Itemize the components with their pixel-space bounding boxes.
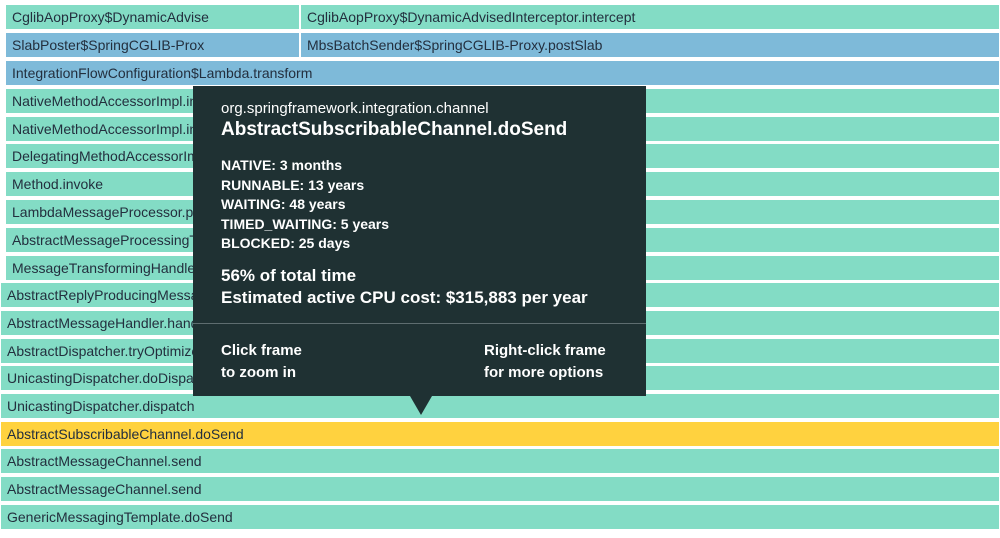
tooltip-pointer [410,396,432,415]
tooltip-method: AbstractSubscribableChannel.doSend [221,119,568,140]
state-native: NATIVE: 3 months [221,157,343,173]
tooltip-thread-states: NATIVE: 3 months RUNNABLE: 13 years WAIT… [221,156,389,254]
flame-frame-hovered[interactable]: AbstractSubscribableChannel.doSend [0,421,1000,447]
flame-frame[interactable]: GenericMessagingTemplate.doSend [0,504,1000,530]
flame-frame[interactable]: AbstractMessageChannel.send [0,448,1000,474]
flame-frame[interactable]: MbsBatchSender$SpringCGLIB-Proxy.postSla… [300,32,1000,58]
flame-frame[interactable]: SlabPoster$SpringCGLIB-Prox [5,32,300,58]
state-waiting: WAITING: 48 years [221,196,346,212]
hint-options-line2: for more options [484,364,604,381]
flame-frame[interactable]: AbstractMessageChannel.send [0,476,1000,502]
flame-frame[interactable]: UnicastingDispatcher.dispatch [0,393,1000,419]
flame-frame[interactable]: IntegrationFlowConfiguration$Lambda.tran… [5,60,1000,86]
hint-zoom-line2: to zoom in [221,364,296,381]
frame-tooltip: org.springframework.integration.channel … [193,86,646,396]
flame-frame[interactable]: CglibAopProxy$DynamicAdvisedInterceptor.… [300,4,1000,30]
tooltip-percent-total: 56% of total time [221,266,357,285]
state-timed-waiting: TIMED_WAITING: 5 years [221,215,390,232]
tooltip-package: org.springframework.integration.channel [221,100,489,117]
tooltip-hint-options: Right-click frame for more options [484,340,606,384]
tooltip-hint-zoom: Click frame to zoom in [221,340,302,384]
hint-zoom-line1: Click frame [221,342,302,359]
state-runnable: RUNNABLE: 13 years [221,176,365,193]
state-blocked: BLOCKED: 25 days [221,235,351,251]
flame-frame[interactable]: CglibAopProxy$DynamicAdvise [5,4,300,30]
tooltip-divider [193,323,646,324]
tooltip-cpu-cost: Estimated active CPU cost: $315,883 per … [221,288,588,307]
hint-options-line1: Right-click frame [484,342,606,359]
